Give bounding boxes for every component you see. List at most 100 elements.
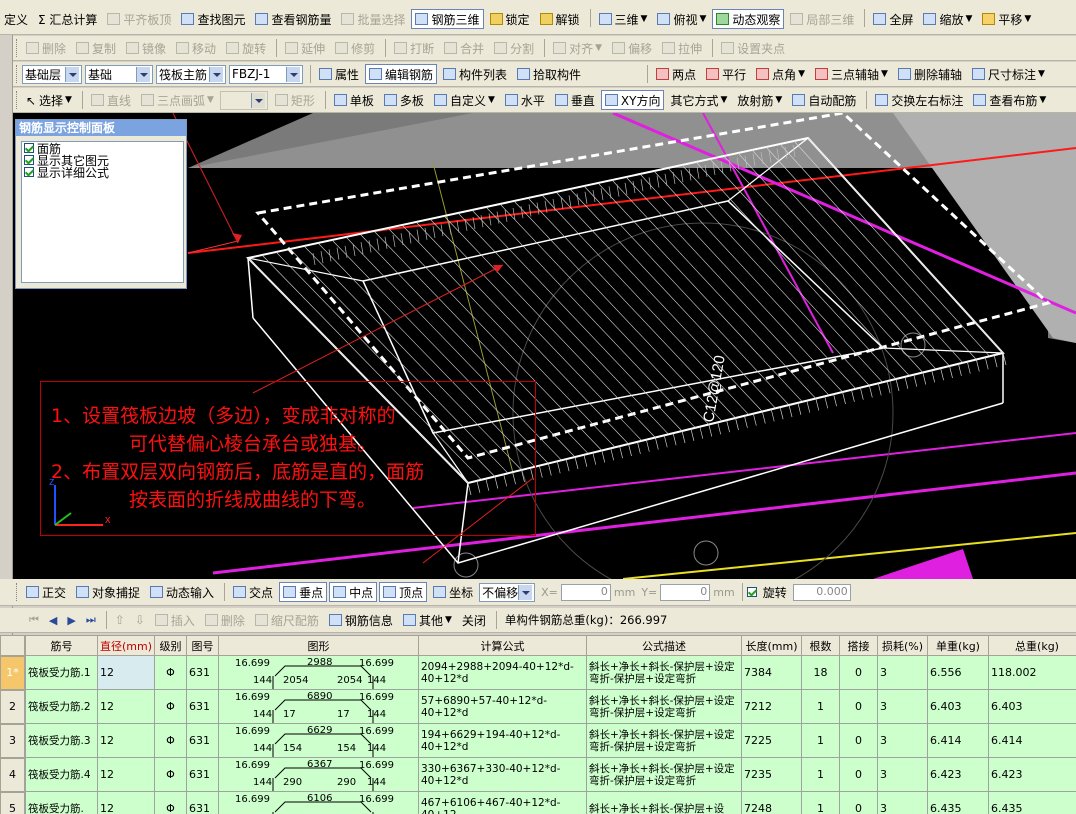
parallel-axis-button[interactable]: 平行	[702, 64, 750, 84]
formula-cell[interactable]: 467+6106+467-40+12*d-40+12	[418, 791, 587, 814]
shape-cell[interactable]: 16.699 6106 16.699	[218, 791, 419, 814]
col-loss[interactable]: 损耗(%)	[877, 635, 928, 656]
lock-button[interactable]: 锁定	[486, 9, 534, 29]
count-cell[interactable]: 1	[801, 757, 840, 792]
insert-button[interactable]: 插入	[151, 610, 199, 630]
offset-button[interactable]: 偏移	[608, 38, 656, 58]
radial-rebar-dropdown[interactable]: 放射筋 ▼	[733, 90, 786, 110]
length-cell[interactable]: 7225	[741, 723, 802, 758]
type-select[interactable]: 筏板主筋	[156, 64, 226, 84]
delete-button[interactable]: 删除	[22, 38, 70, 58]
total-weight-cell[interactable]: 6.414	[988, 723, 1076, 758]
grade-cell[interactable]: Φ	[154, 791, 187, 814]
bar-number-cell[interactable]: 筏板受力筋.3	[25, 723, 98, 758]
unit-weight-cell[interactable]: 6.414	[927, 723, 989, 758]
row-header[interactable]: 4	[0, 758, 25, 792]
dimension-dropdown[interactable]: 尺寸标注 ▼	[968, 64, 1049, 84]
col-grade[interactable]: 级别	[154, 635, 187, 656]
col-lap[interactable]: 搭接	[839, 635, 878, 656]
auto-rebar-button[interactable]: 自动配筋	[788, 90, 860, 110]
top-view-dropdown[interactable]: 俯视 ▼	[653, 9, 710, 29]
x-input[interactable]: 0	[560, 583, 611, 601]
merge-button[interactable]: 合并	[440, 38, 488, 58]
loss-cell[interactable]: 3	[877, 791, 928, 814]
extend-button[interactable]: 延伸	[281, 38, 329, 58]
diameter-cell[interactable]: 12	[97, 791, 155, 814]
category-select[interactable]: 基础	[85, 64, 153, 84]
count-cell[interactable]: 1	[801, 791, 840, 814]
row-header[interactable]: 5	[0, 792, 25, 814]
length-cell[interactable]: 7248	[741, 791, 802, 814]
formula-cell[interactable]: 194+6629+194-40+12*d-40+12*d	[418, 723, 587, 758]
unit-weight-cell[interactable]: 6.556	[927, 655, 989, 690]
loss-cell[interactable]: 3	[877, 655, 928, 690]
total-weight-cell[interactable]: 6.423	[988, 757, 1076, 792]
formula-desc-cell[interactable]: 斜长+净长+斜长-保护层+设定弯折-保护层+设定弯折	[586, 689, 742, 724]
length-cell[interactable]: 7212	[741, 689, 802, 724]
loss-cell[interactable]: 3	[877, 723, 928, 758]
next-record-button[interactable]: ▶	[63, 610, 79, 630]
col-bar-number[interactable]: 筋号	[25, 635, 98, 656]
3d-view-dropdown[interactable]: 三维 ▼	[595, 9, 652, 29]
figure-no-cell[interactable]: 631	[186, 757, 219, 792]
diameter-cell[interactable]: 12	[97, 757, 155, 792]
bar-number-cell[interactable]: 筏板受力筋.1	[25, 655, 98, 690]
line-button[interactable]: 直线	[87, 90, 135, 110]
horizontal-button[interactable]: 水平	[501, 90, 549, 110]
diameter-cell[interactable]: 12	[97, 723, 155, 758]
grade-cell[interactable]: Φ	[154, 689, 187, 724]
move-button[interactable]: 移动	[172, 38, 220, 58]
last-record-button[interactable]: ⏭	[82, 610, 100, 630]
offset-mode-select[interactable]: 不偏移	[479, 582, 536, 602]
close-button[interactable]: 关闭	[458, 610, 490, 630]
lap-cell[interactable]: 0	[839, 723, 878, 758]
two-point-axis-button[interactable]: 两点	[652, 64, 700, 84]
y-input[interactable]: 0	[660, 583, 711, 601]
loss-cell[interactable]: 3	[877, 689, 928, 724]
trim-button[interactable]: 修剪	[331, 38, 379, 58]
col-unit-weight[interactable]: 单重(kg)	[927, 635, 989, 656]
select-dropdown[interactable]: ↖ 选择 ▼	[22, 90, 76, 110]
multi-slab-button[interactable]: 多板	[380, 90, 428, 110]
bar-number-cell[interactable]: 筏板受力筋.	[25, 791, 98, 814]
view-rebar-qty-button[interactable]: 查看钢筋量	[251, 9, 335, 29]
diameter-cell[interactable]: 12	[97, 655, 155, 690]
summary-calc-button[interactable]: Σ 汇总计算	[34, 9, 101, 29]
rebar-info-button[interactable]: 钢筋信息	[325, 610, 397, 630]
custom-dropdown[interactable]: 自定义 ▼	[430, 90, 499, 110]
col-formula[interactable]: 计算公式	[418, 635, 587, 656]
unit-weight-cell[interactable]: 6.435	[927, 791, 989, 814]
first-record-button[interactable]: ⏮	[25, 610, 43, 630]
total-weight-cell[interactable]: 6.435	[988, 791, 1076, 814]
bar-number-cell[interactable]: 筏板受力筋.4	[25, 757, 98, 792]
scale-rebar-button[interactable]: 缩尺配筋	[251, 610, 323, 630]
lap-cell[interactable]: 0	[839, 689, 878, 724]
figure-no-cell[interactable]: 631	[186, 689, 219, 724]
single-slab-button[interactable]: 单板	[330, 90, 378, 110]
copy-button[interactable]: 复制	[72, 38, 120, 58]
bar-number-cell[interactable]: 筏板受力筋.2	[25, 689, 98, 724]
row-header[interactable]: 2	[0, 690, 25, 724]
properties-button[interactable]: 属性	[315, 64, 363, 84]
ortho-button[interactable]: 正交	[22, 582, 70, 602]
col-formula-desc[interactable]: 公式描述	[586, 635, 742, 656]
rotate-button[interactable]: 旋转	[222, 38, 270, 58]
count-cell[interactable]: 1	[801, 689, 840, 724]
figure-no-cell[interactable]: 631	[186, 723, 219, 758]
xy-direction-button[interactable]: XY方向	[600, 90, 665, 110]
component-select[interactable]: FBZJ-1	[229, 64, 303, 84]
grade-cell[interactable]: Φ	[154, 723, 187, 758]
break-button[interactable]: 打断	[390, 38, 438, 58]
table-row[interactable]: 筏板受力筋.1 12 Φ 631 16.699 2988 16.699 144 2054 2054…	[25, 655, 1076, 690]
formula-desc-cell[interactable]: 斜长+净长+斜长-保护层+设定弯折-保护层+设定弯折	[586, 723, 742, 758]
length-cell[interactable]: 7235	[741, 757, 802, 792]
three-point-axis-dropdown[interactable]: 三点辅轴 ▼	[811, 64, 892, 84]
mirror-button[interactable]: 镜像	[122, 38, 170, 58]
split-button[interactable]: 分割	[490, 38, 538, 58]
point-angle-dropdown[interactable]: 点角 ▼	[752, 64, 809, 84]
pan-dropdown[interactable]: 平移 ▼	[978, 9, 1035, 29]
rectangle-button[interactable]: 矩形	[271, 90, 319, 110]
formula-desc-cell[interactable]: 斜长+净长+斜长-保护层+设定弯折-保护层+设定弯折	[586, 757, 742, 792]
table-row[interactable]: 筏板受力筋.4 12 Φ 631 16.699 6367 16.699 144 290 290 14…	[25, 757, 1076, 792]
fullscreen-button[interactable]: 全屏	[869, 9, 917, 29]
